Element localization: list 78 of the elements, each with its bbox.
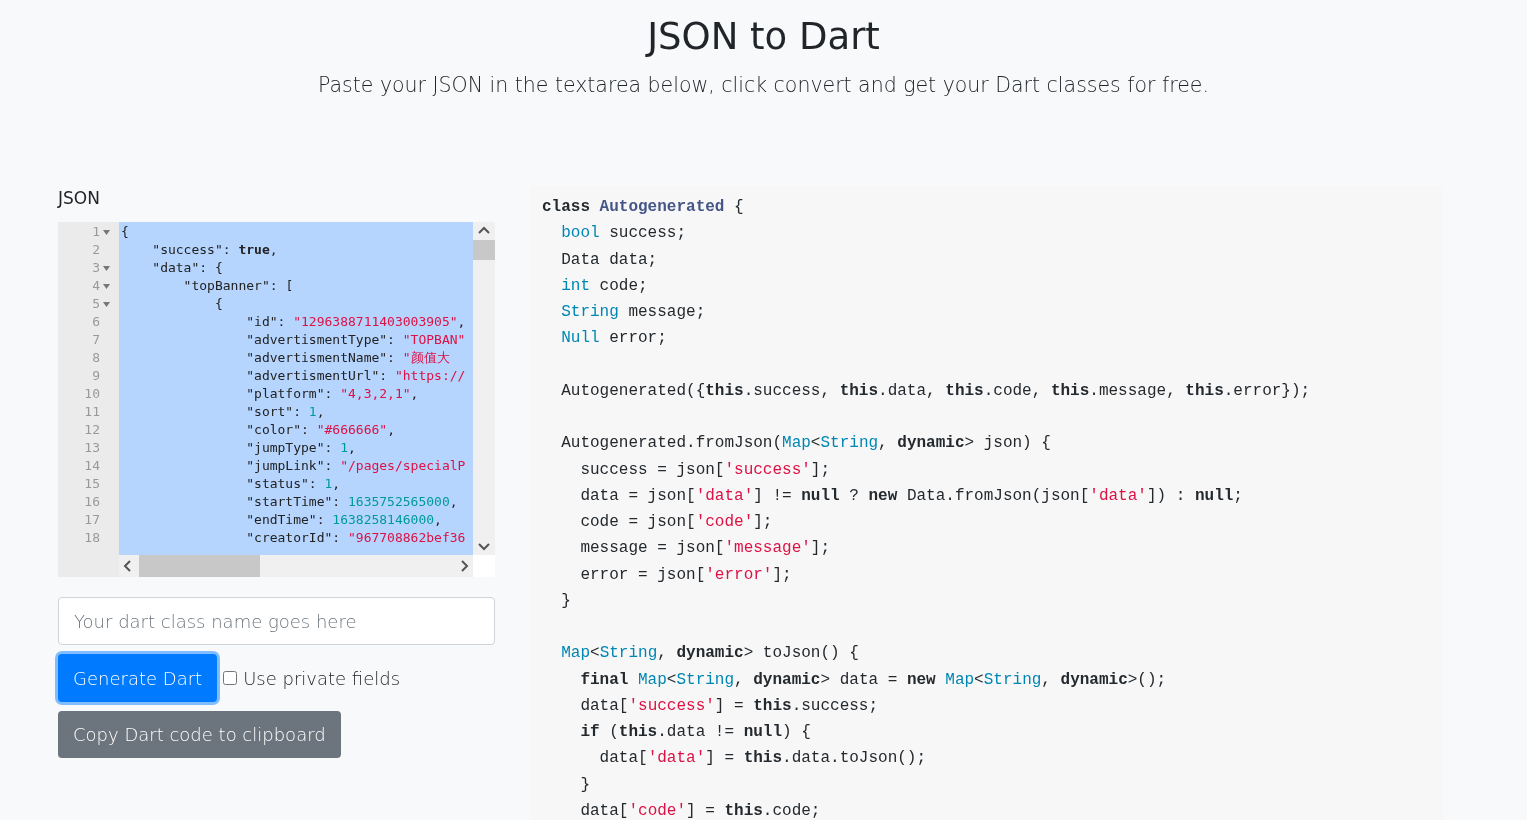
line-number: 15: [83, 475, 100, 493]
scroll-up-icon[interactable]: [478, 226, 490, 234]
dart-code-line: final Map<String, dynamic> data = new Map<String, dynamic>();: [579, 669, 1167, 691]
dart-code-line: data = json['data'] != null ? new Data.fromJson(json['data']) : null;: [579, 485, 1243, 507]
scroll-down-icon[interactable]: [478, 543, 490, 551]
dart-code-line: Data data;: [560, 249, 658, 271]
line-number: 18: [83, 529, 100, 547]
json-code-line: "topBanner": [: [182, 277, 294, 295]
json-code-line: "endTime": 1638258146000,: [245, 511, 442, 529]
json-editor[interactable]: [58, 222, 495, 577]
json-code-line: {: [121, 223, 129, 241]
json-code-line: "jumpLink": "/pages/specialP: [245, 457, 466, 475]
line-number: 11: [83, 403, 100, 421]
dart-code-line: code = json['code'];: [579, 512, 773, 533]
dart-code-line: data['code'] = this.code;: [579, 800, 821, 820]
dart-code-line: data['data'] = this.data.toJson();: [598, 748, 927, 770]
line-number: 7: [91, 331, 100, 349]
copy-code-button[interactable]: Copy Dart code to clipboard: [58, 711, 341, 758]
line-number: 13: [83, 439, 100, 457]
json-code-line: "advertismentUrl": "https://: [245, 367, 466, 385]
json-code-line: "success": true,: [151, 241, 278, 259]
private-fields-checkbox[interactable]: [223, 671, 238, 685]
json-code-line: "platform": "4,3,2,1",: [245, 385, 419, 403]
json-code-line: "color": "#666666",: [245, 421, 395, 439]
dart-code-line: message = json['message'];: [579, 538, 831, 560]
line-number: 3: [91, 259, 100, 277]
line-number: 5: [91, 295, 100, 313]
line-number: 4: [91, 277, 100, 295]
dart-code-line: class Autogenerated {: [542, 197, 744, 218]
dart-code-line: Null error;: [560, 328, 667, 350]
line-number: 8: [91, 349, 100, 367]
scroll-left-icon[interactable]: [123, 560, 131, 572]
page-subtitle: Paste your JSON in the textarea below, click convert and get your Dart classes for free.: [317, 72, 1210, 99]
json-label: JSON: [58, 187, 101, 210]
json-code-line: "data": {: [151, 259, 223, 277]
line-number: 6: [91, 313, 100, 331]
dart-code-line: }: [560, 590, 571, 612]
line-number: 16: [83, 493, 100, 511]
dart-code-line: }: [579, 774, 590, 796]
fold-caret-icon[interactable]: [102, 283, 110, 289]
dart-code-line: String message;: [560, 302, 706, 323]
json-code-line: "startTime": 1635752565000,: [245, 493, 458, 511]
json-code-line: "creatorId": "967708862bef36: [245, 529, 466, 547]
dart-code-line: error = json['error'];: [579, 564, 792, 586]
line-number: 2: [91, 241, 100, 259]
line-number: 12: [83, 421, 100, 439]
fold-caret-icon[interactable]: [102, 229, 110, 235]
scrollbar-thumb[interactable]: [473, 240, 495, 260]
line-number: 17: [83, 511, 100, 529]
horizontal-scrollbar[interactable]: [119, 555, 473, 577]
json-code-line: "jumpType": 1,: [245, 439, 356, 457]
private-fields-label: Use private fields: [243, 667, 401, 689]
dart-code-line: int code;: [560, 275, 648, 297]
line-number: 9: [91, 367, 100, 385]
dart-code-line: success = json['success'];: [579, 459, 831, 481]
dart-code-line: Map<String, dynamic> toJson() {: [560, 643, 859, 665]
vertical-scrollbar[interactable]: [473, 222, 495, 555]
class-name-field[interactable]: Your dart class name goes here: [58, 597, 495, 645]
dart-code-line: data['success'] = this.success;: [579, 695, 879, 717]
scroll-right-icon[interactable]: [461, 560, 469, 572]
dart-code-line: Autogenerated.fromJson(Map<String, dynamic> json) {: [560, 433, 1051, 455]
line-number: 1: [91, 223, 100, 241]
json-code-line: "status": 1,: [245, 475, 341, 493]
dart-code-line: if (this.data != null) {: [579, 722, 811, 743]
json-code-line: "advertismentName": "颜值大: [245, 349, 450, 367]
scrollbar-thumb[interactable]: [139, 555, 260, 577]
json-code-line: "sort": 1,: [245, 403, 325, 421]
fold-caret-icon[interactable]: [102, 265, 110, 271]
json-code-line: "advertismentType": "TOPBAN": [245, 331, 466, 349]
json-code-line: {: [213, 295, 223, 313]
line-number: 14: [83, 457, 100, 475]
dart-code-line: Autogenerated({this.success, this.data, this.code, this.message, this.error});: [560, 380, 1311, 402]
page-title: JSON to Dart: [644, 14, 881, 60]
dart-code-line: bool success;: [560, 223, 687, 245]
line-number: 10: [83, 385, 100, 403]
json-code-line: "id": "1296388711403003905",: [245, 313, 466, 331]
fold-caret-icon[interactable]: [102, 301, 110, 307]
generate-dart-button[interactable]: Generate Dart: [58, 654, 218, 702]
